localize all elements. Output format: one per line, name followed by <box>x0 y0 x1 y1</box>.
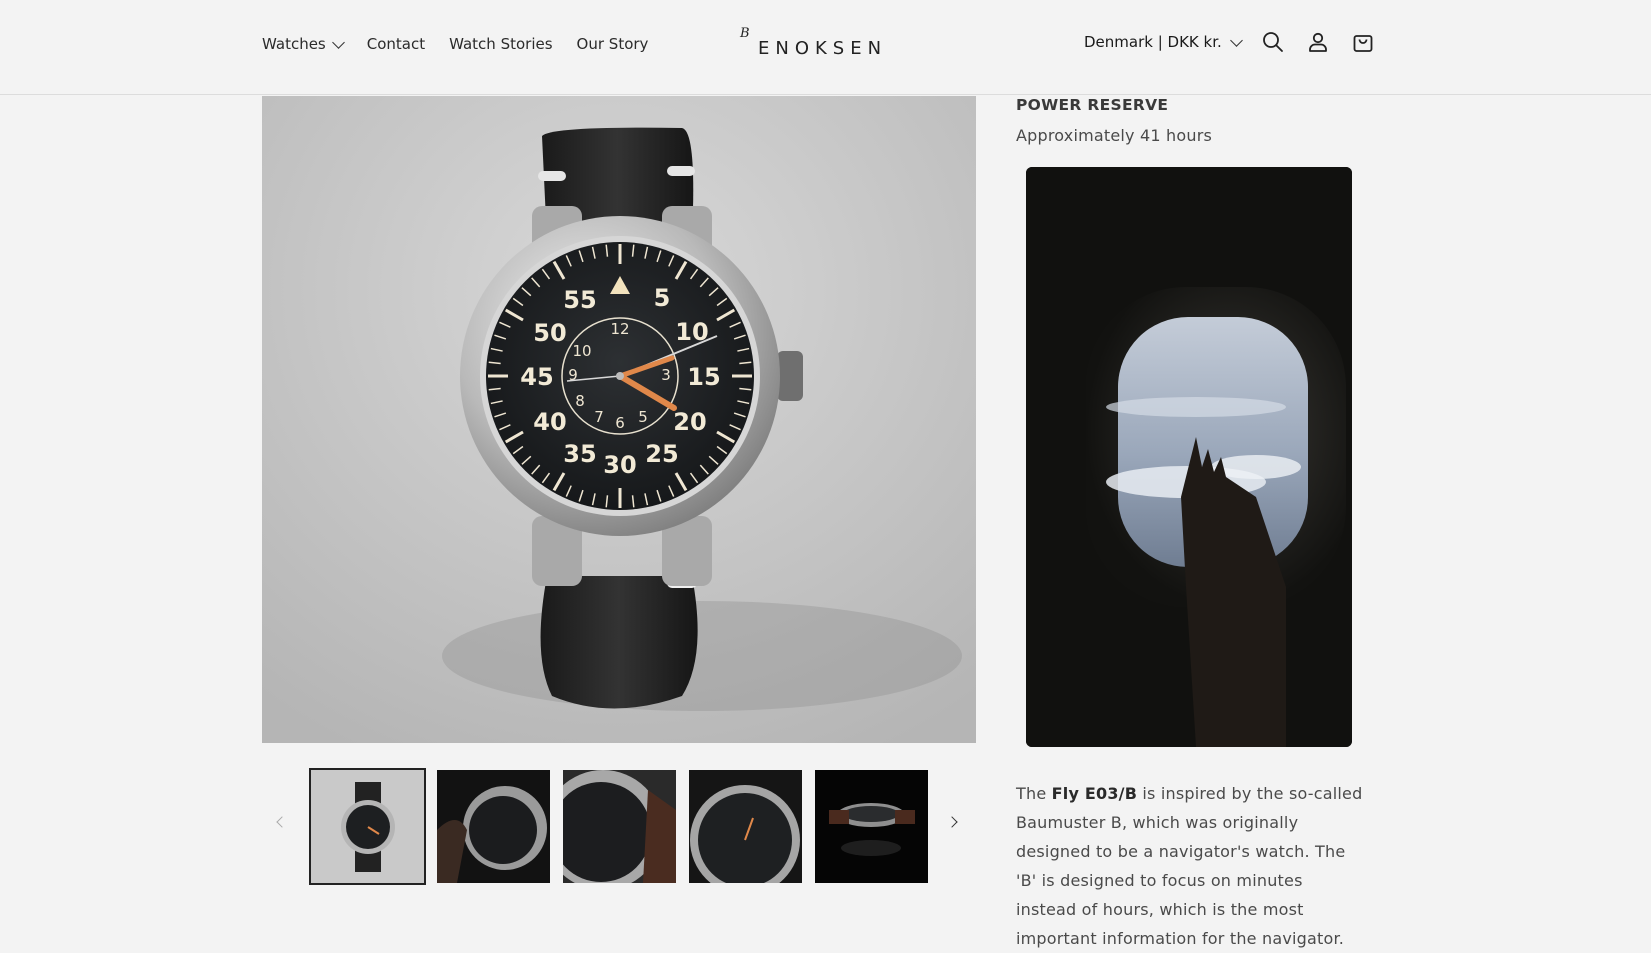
svg-text:20: 20 <box>673 408 706 436</box>
thumbnail-image <box>689 770 802 883</box>
chevron-left-icon <box>276 816 288 828</box>
svg-text:45: 45 <box>520 363 553 391</box>
svg-text:35: 35 <box>563 440 596 468</box>
thumbnail-5[interactable] <box>815 770 928 883</box>
brand-logo[interactable]: B ENOKSEN <box>740 26 881 66</box>
product-description: The Fly E03/B is inspired by the so-call… <box>1016 779 1366 953</box>
nav-item-label: Watch Stories <box>449 35 553 53</box>
nav-item-label: Contact <box>366 35 426 53</box>
svg-text:40: 40 <box>533 408 566 436</box>
desc-rest: is inspired by the so-called Baumuster B… <box>1016 784 1363 948</box>
country-selector-label: Denmark | DKK kr. <box>1084 33 1222 51</box>
thumbnail-image <box>437 770 550 883</box>
svg-text:5: 5 <box>654 284 671 312</box>
svg-text:3: 3 <box>661 366 671 384</box>
slider-prev-button[interactable] <box>272 812 292 832</box>
spec-title: POWER RESERVE <box>1016 96 1169 114</box>
airplane-window-image <box>1026 167 1352 747</box>
cart-icon[interactable] <box>1351 30 1375 54</box>
account-icon[interactable] <box>1306 30 1330 54</box>
desc-prefix: The <box>1016 784 1052 803</box>
nav-item-watches[interactable]: Watches <box>262 35 345 53</box>
nav-item-label: Watches <box>262 35 326 53</box>
nav-item-our-story[interactable]: Our Story <box>577 35 649 53</box>
thumbnail-4[interactable] <box>689 770 802 883</box>
svg-text:55: 55 <box>563 286 596 314</box>
thumbnail-image <box>563 770 676 883</box>
thumbnail-1[interactable] <box>309 768 426 885</box>
header-tools: Denmark | DKK kr. <box>1084 30 1375 54</box>
spec-value: Approximately 41 hours <box>1016 126 1213 145</box>
product-main-image[interactable]: 55 5 50 10 45 15 40 20 35 25 30 12 10 93 87 65 <box>262 96 976 743</box>
desc-model: Fly E03/B <box>1051 784 1138 803</box>
main-nav: Watches Contact Watch Stories Our Story <box>262 35 648 53</box>
nav-item-contact[interactable]: Contact <box>367 35 425 53</box>
site-header: Watches Contact Watch Stories Our Story … <box>0 0 1651 95</box>
thumbnail-3[interactable] <box>563 770 676 883</box>
svg-text:12: 12 <box>610 320 629 338</box>
chevron-down-icon <box>331 35 345 49</box>
svg-text:50: 50 <box>533 319 566 347</box>
chevron-down-icon <box>1229 33 1243 47</box>
svg-text:5: 5 <box>638 408 648 426</box>
logo-text: ENOKSEN <box>758 38 888 59</box>
story-image <box>1026 167 1352 747</box>
svg-text:25: 25 <box>645 440 678 468</box>
nav-item-watch-stories[interactable]: Watch Stories <box>449 35 552 53</box>
svg-text:15: 15 <box>687 363 720 391</box>
thumbnail-slider <box>262 768 976 886</box>
watch-image: 55 5 50 10 45 15 40 20 35 25 30 1210 93 87 65 <box>262 96 976 743</box>
logo-mark: B <box>740 26 750 41</box>
svg-text:30: 30 <box>603 451 636 479</box>
svg-text:6: 6 <box>615 414 625 432</box>
thumbnail-image <box>311 770 424 883</box>
nav-item-label: Our Story <box>576 35 649 53</box>
thumbnail-image <box>815 770 928 883</box>
search-icon[interactable] <box>1261 30 1285 54</box>
chevron-right-icon <box>946 816 958 828</box>
thumbnail-2[interactable] <box>437 770 550 883</box>
svg-text:8: 8 <box>575 392 585 410</box>
slider-next-button[interactable] <box>942 812 962 832</box>
svg-text:10: 10 <box>572 342 591 360</box>
country-selector[interactable]: Denmark | DKK kr. <box>1084 33 1243 51</box>
svg-text:7: 7 <box>594 408 604 426</box>
